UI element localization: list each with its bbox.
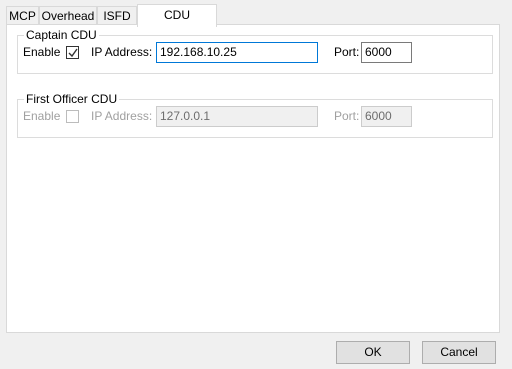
cancel-button[interactable]: Cancel bbox=[422, 341, 496, 364]
first-officer-enable-label: Enable bbox=[23, 109, 61, 123]
tab-isfd[interactable]: ISFD bbox=[97, 6, 137, 25]
captain-enable-checkbox[interactable] bbox=[66, 46, 79, 59]
captain-ip-label: IP Address: bbox=[91, 45, 153, 59]
ok-button[interactable]: OK bbox=[336, 341, 410, 364]
first-officer-enable-checkbox[interactable] bbox=[66, 110, 79, 123]
captain-ip-input[interactable]: 192.168.10.25 bbox=[156, 42, 318, 63]
cdu-tab-panel: Captain CDU Enable IP Address: 192.168.1… bbox=[6, 24, 500, 333]
captain-cdu-legend: Captain CDU bbox=[24, 28, 99, 42]
captain-enable-label: Enable bbox=[23, 45, 61, 59]
captain-port-label: Port: bbox=[334, 45, 360, 59]
first-officer-port-label: Port: bbox=[334, 109, 360, 123]
first-officer-cdu-legend: First Officer CDU bbox=[24, 92, 120, 106]
tab-cdu[interactable]: CDU bbox=[137, 4, 217, 27]
first-officer-port-input[interactable]: 6000 bbox=[361, 106, 412, 127]
first-officer-cdu-group: First Officer CDU Enable IP Address: 127… bbox=[17, 92, 493, 138]
first-officer-ip-input[interactable]: 127.0.0.1 bbox=[156, 106, 318, 127]
tab-mcp[interactable]: MCP bbox=[6, 6, 39, 25]
captain-cdu-group: Captain CDU Enable IP Address: 192.168.1… bbox=[17, 28, 493, 74]
first-officer-ip-label: IP Address: bbox=[91, 109, 153, 123]
captain-port-input[interactable]: 6000 bbox=[361, 42, 412, 63]
tab-overhead[interactable]: Overhead bbox=[39, 6, 97, 25]
checkmark-icon bbox=[68, 48, 78, 58]
